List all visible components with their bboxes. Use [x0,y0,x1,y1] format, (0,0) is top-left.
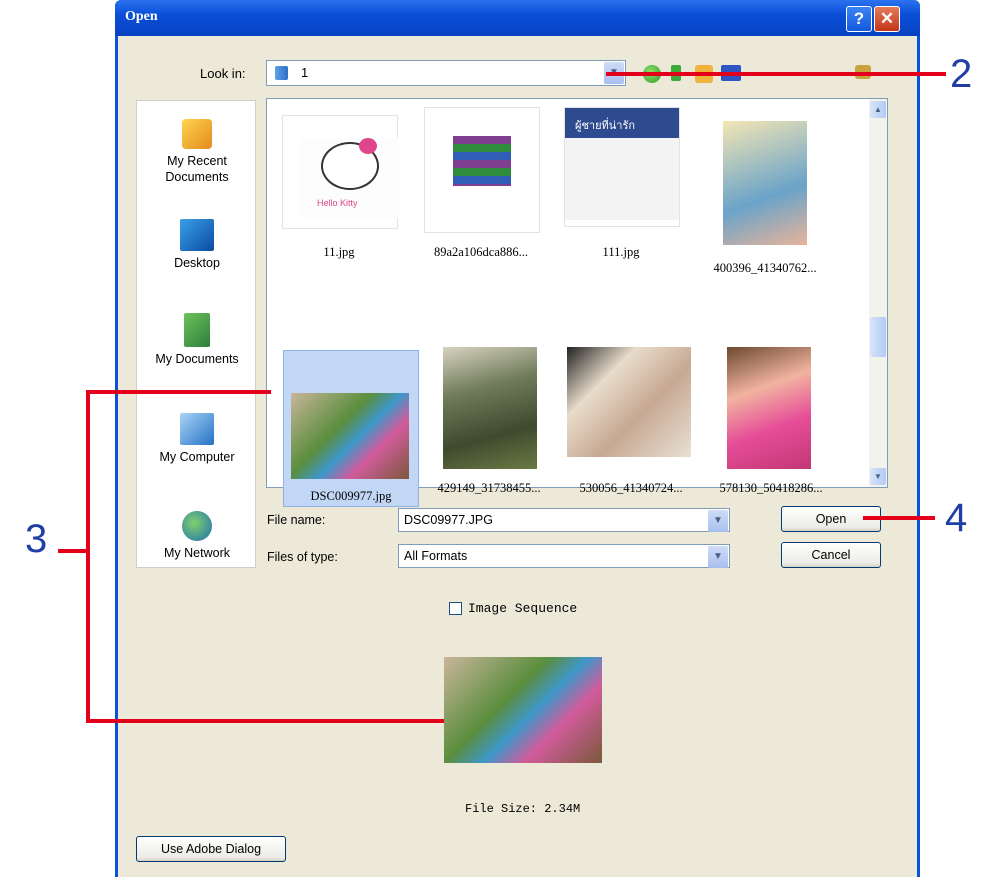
file-name-label: 429149_31738455... [437,481,541,495]
annotation-number-3: 3 [25,517,48,561]
my-network-icon [182,511,212,541]
place-label: Desktop [174,256,220,270]
use-adobe-dialog-button[interactable]: Use Adobe Dialog [136,836,286,862]
file-item[interactable]: 578130_50418286... [707,347,835,495]
place-recent-documents[interactable]: My Recent Documents [137,119,257,185]
file-name-label: 89a2a106dca886... [433,245,529,259]
kitty-bow-shape [359,138,377,154]
image-sequence-checkbox[interactable] [449,602,462,615]
help-button[interactable]: ? [846,6,872,32]
image-sequence-label: Image Sequence [468,601,578,616]
cancel-button[interactable]: Cancel [781,542,881,568]
scroll-up-icon[interactable]: ▲ [870,101,886,118]
file-item[interactable]: ผู้ชายที่น่ารัก 111.jpg [557,107,685,259]
photo-thumbnail [443,347,537,469]
file-item-selected[interactable]: DSC009977.jpg [287,357,415,503]
file-list: Hello Kitty 11.jpg 89a2a106dca886... ผู้… [266,98,888,507]
image-preview [444,657,602,763]
file-item[interactable]: 400396_41340762... [701,121,829,275]
files-of-type-dropdown[interactable]: All Formats ▼ [398,544,730,568]
dialog-client-area: Look in: 1 ▼ My Recent Documents Desktop [118,36,917,877]
annotation-line-3-stub [58,549,88,553]
place-label: My Documents [155,352,239,366]
my-computer-icon [180,413,214,445]
annotation-line-4 [863,516,935,520]
annotation-line-3-bottom [86,719,444,723]
file-name-label: 111.jpg [602,245,640,259]
poster-image: ผู้ชายที่น่ารัก [565,108,679,220]
look-in-value: 1 [301,65,309,80]
file-name-label: 400396_41340762... [713,261,817,275]
photo-thumbnail [291,393,409,479]
place-my-documents[interactable]: My Documents [137,313,257,367]
file-item[interactable]: 429149_31738455... [425,347,553,495]
vertical-scrollbar[interactable]: ▲ ▼ [869,99,887,487]
file-name-label: 530056_41340724... [579,481,683,495]
open-dialog: Open ? ✕ Look in: 1 ▼ My Recent Document… [115,0,920,877]
annotation-number-2: 2 [950,52,973,96]
scroll-down-icon[interactable]: ▼ [870,468,886,485]
photo-thumbnail [727,347,811,469]
annotation-line-2 [606,72,946,76]
annotation-number-4: 4 [945,496,968,540]
file-item[interactable]: 89a2a106dca886... [417,107,545,259]
photo-thumbnail [567,347,691,457]
look-in-dropdown[interactable]: 1 ▼ [266,60,626,86]
files-of-type-label: Files of type: [267,550,338,564]
recent-docs-icon [182,119,212,149]
files-of-type-value: All Formats [404,549,468,563]
file-name-label: 578130_50418286... [719,481,823,495]
file-name-label: File name: [267,513,326,527]
place-label: My Network [164,546,230,560]
file-name-label: DSC009977.jpg [310,489,392,503]
hello-kitty-image: Hello Kitty [299,138,399,218]
kitty-caption: Hello Kitty [317,198,358,208]
desktop-icon [180,219,214,251]
close-button[interactable]: ✕ [874,6,900,32]
chevron-down-icon[interactable]: ▼ [708,510,728,532]
file-size-text: File Size: 2.34M [465,802,581,816]
place-label: My Computer [159,450,235,464]
scroll-thumb[interactable] [870,317,886,357]
my-documents-icon [184,313,210,347]
folder-icon [275,66,288,80]
archive-icon [453,136,511,186]
file-name-value: DSC09977.JPG [404,513,493,527]
annotation-line-3-top [86,390,271,394]
annotation-line-3-vertical [86,390,90,723]
place-label: My Recent Documents [165,154,229,184]
thumbnail [424,107,540,233]
poster-title: ผู้ชายที่น่ารัก [575,120,636,132]
look-in-label: Look in: [200,66,246,81]
thumbnail: ผู้ชายที่น่ารัก [564,107,680,227]
place-desktop[interactable]: Desktop [137,219,257,271]
file-item[interactable]: Hello Kitty 11.jpg [275,115,403,259]
chevron-down-icon[interactable]: ▼ [708,546,728,568]
place-my-computer[interactable]: My Computer [137,413,257,465]
dialog-title: Open [125,9,158,24]
file-name-field[interactable]: DSC09977.JPG ▼ [398,508,730,532]
places-bar: My Recent Documents Desktop My Documents… [136,100,256,568]
title-bar: Open ? ✕ [115,0,920,36]
file-item[interactable]: 530056_41340724... [567,347,695,495]
thumbnail: Hello Kitty [282,115,399,229]
place-my-network[interactable]: My Network [137,511,257,561]
file-name-label: 11.jpg [323,245,355,259]
photo-thumbnail [723,121,807,245]
